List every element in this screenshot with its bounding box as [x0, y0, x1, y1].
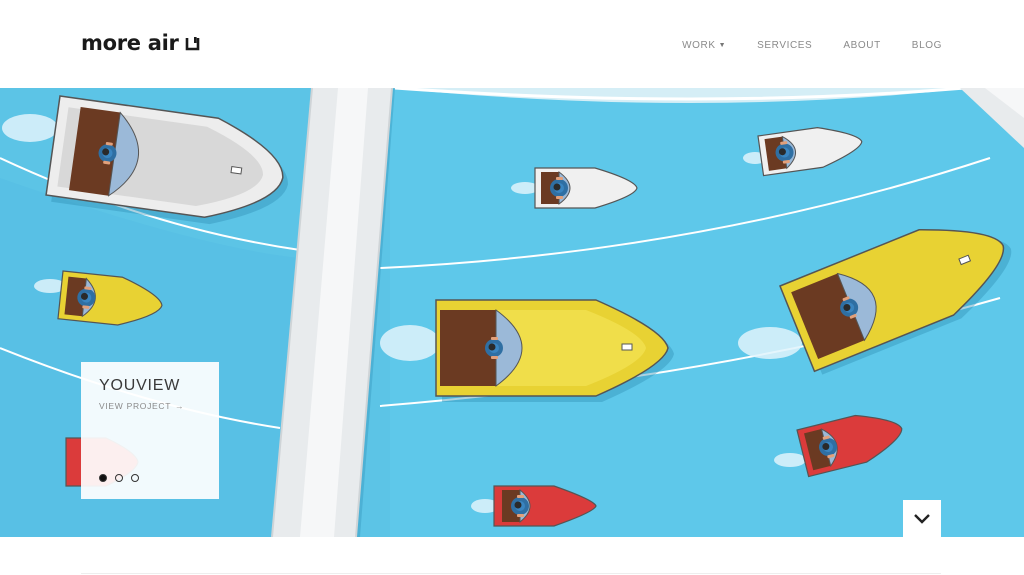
- caret-down-icon: ▼: [718, 42, 727, 49]
- project-title: YOUVIEW: [99, 377, 181, 394]
- main-nav: WORK ▼ SERVICES ABOUT BLOG: [682, 39, 942, 53]
- slide-dots: [99, 474, 139, 482]
- nav-item-label: BLOG: [911, 40, 942, 51]
- nav-item-label: SERVICES: [757, 40, 813, 51]
- scroll-down-button[interactable]: [903, 500, 941, 537]
- arrow-right-icon: →: [175, 401, 185, 411]
- view-project-label: VIEW PROJECT: [99, 401, 172, 411]
- logo-text: more air: [81, 31, 179, 55]
- slide-dot-2[interactable]: [115, 474, 123, 482]
- nav-item-about[interactable]: ABOUT: [843, 39, 880, 53]
- logo[interactable]: more air: [81, 31, 201, 55]
- nav-item-services[interactable]: SERVICES: [757, 39, 812, 53]
- nav-item-work[interactable]: WORK ▼: [682, 39, 726, 53]
- nav-item-label: ABOUT: [843, 40, 881, 51]
- view-project-link[interactable]: VIEW PROJECT →: [99, 401, 184, 411]
- divider: [81, 573, 941, 574]
- nav-item-blog[interactable]: BLOG: [912, 39, 942, 53]
- hero-slider: YOUVIEW VIEW PROJECT →: [0, 88, 1024, 537]
- nav-item-label: WORK: [682, 40, 716, 51]
- chevron-down-icon: [914, 513, 930, 524]
- cup-icon: [185, 37, 199, 51]
- slide-dot-3[interactable]: [131, 474, 139, 482]
- project-card[interactable]: YOUVIEW VIEW PROJECT →: [81, 362, 219, 499]
- site-header: more air WORK ▼ SERVICES ABOUT BLOG: [0, 0, 1024, 88]
- slide-dot-1[interactable]: [99, 474, 107, 482]
